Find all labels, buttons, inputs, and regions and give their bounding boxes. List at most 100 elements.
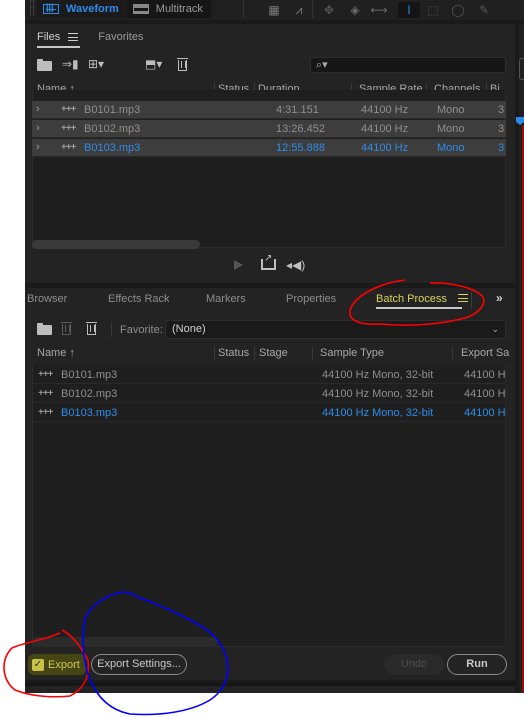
file-row[interactable]: › +++ B0102.mp3 13:26.452 44100 Hz Mono … <box>32 120 506 138</box>
multitrack-icon <box>132 4 149 14</box>
batch-row[interactable]: +++ B0102.mp3 44100 Hz Mono, 32-bit 4410… <box>32 385 506 403</box>
checkmark-icon: ✓ <box>32 658 44 671</box>
column-sample-type[interactable]: Sample Type <box>320 347 384 359</box>
panel-menu-icon[interactable] <box>457 294 468 302</box>
export-icon[interactable] <box>261 253 276 270</box>
multitrack-label: Multitrack <box>155 3 203 15</box>
column-divider[interactable] <box>214 347 215 361</box>
batch-file-name: B0103.mp3 <box>61 407 118 419</box>
expand-chevron-icon[interactable]: › <box>36 103 40 115</box>
column-name[interactable]: Name ↑ <box>37 347 75 359</box>
batch-export-sample-type: 44100 H <box>464 369 506 381</box>
files-transport: ◂◀) <box>25 253 515 277</box>
editor-scroll-handle[interactable] <box>519 58 524 80</box>
add-files-icon[interactable] <box>37 323 52 335</box>
chevron-down-icon: ⌄ <box>491 324 499 334</box>
sort-ascending-icon: ↑ <box>69 347 75 359</box>
panel-menu-icon[interactable] <box>68 33 79 41</box>
file-sample-rate: 44100 Hz <box>361 123 409 135</box>
spectral-pitch-icon[interactable]: ⩘ <box>291 2 307 18</box>
tab-media-browser[interactable]: Browser <box>27 293 67 305</box>
audio-file-icon: +++ <box>61 142 77 153</box>
batch-file-name: B0102.mp3 <box>61 388 118 400</box>
top-toolbar: Waveform Multitrack ▦ ⩘ ✥ ◈ ⟷ I ⬚ ◯ ✎ <box>25 0 524 20</box>
active-tab-underline <box>37 46 81 48</box>
waveform-label: Waveform <box>66 3 119 15</box>
slip-tool-icon[interactable]: ⟷ <box>370 2 388 18</box>
favorite-label: Favorite: <box>120 324 163 336</box>
remove-file-icon[interactable] <box>61 322 72 335</box>
batch-process-panel: Browser Effects Rack Markers Properties … <box>25 288 515 680</box>
tab-favorites[interactable]: Favorites <box>78 24 143 50</box>
file-duration: 12:55.888 <box>276 142 325 154</box>
file-bit-depth: 3 <box>498 104 505 116</box>
column-divider[interactable] <box>254 347 255 361</box>
files-horizontal-scrollbar[interactable] <box>32 240 200 249</box>
tab-effects-rack[interactable]: Effects Rack <box>108 293 170 305</box>
column-divider[interactable] <box>312 347 313 361</box>
tab-properties[interactable]: Properties <box>286 293 336 305</box>
run-button[interactable]: Run <box>447 654 507 675</box>
favorite-value: (None) <box>172 323 206 335</box>
multitrack-mode-button[interactable]: Multitrack <box>127 0 211 18</box>
column-export-sample-type[interactable]: Export Sa <box>461 347 509 359</box>
toolbar-divider <box>243 0 244 18</box>
file-channels: Mono <box>437 104 465 116</box>
batch-table-header: Name ↑ Status Stage Sample Type Export S… <box>32 345 509 363</box>
file-row-selected[interactable]: › +++ B0103.mp3 12:55.888 44100 Hz Mono … <box>32 139 506 157</box>
import-file-icon[interactable]: ⇒▮ <box>62 58 79 71</box>
batch-toolbar: Favorite: (None) ⌄ <box>25 318 515 340</box>
toolbar-grip[interactable] <box>30 0 34 16</box>
waveform-icon <box>43 2 59 14</box>
marquee-tool-icon[interactable]: ⬚ <box>425 2 441 18</box>
audio-file-icon: +++ <box>61 104 77 115</box>
column-divider[interactable] <box>452 347 453 361</box>
audition-window: Waveform Multitrack ▦ ⩘ ✥ ◈ ⟷ I ⬚ ◯ ✎ Fi… <box>25 0 524 693</box>
file-name: B0102.mp3 <box>84 123 141 135</box>
spectral-frequency-icon[interactable]: ▦ <box>266 2 282 18</box>
lasso-tool-icon[interactable]: ◯ <box>450 2 466 18</box>
file-sample-rate: 44100 Hz <box>361 142 409 154</box>
move-tool-icon[interactable]: ✥ <box>320 2 338 18</box>
file-name: B0101.mp3 <box>84 104 141 116</box>
batch-row[interactable]: +++ B0101.mp3 44100 Hz Mono, 32-bit 4410… <box>32 366 506 384</box>
insert-into-multitrack-icon[interactable]: ⬒▾ <box>145 58 162 71</box>
tab-files[interactable]: Files <box>25 24 81 50</box>
open-file-icon[interactable] <box>37 59 52 71</box>
files-panel-tabs: Files Favorites <box>25 24 143 50</box>
search-icon: ⌕▾ <box>316 59 328 71</box>
tab-markers[interactable]: Markers <box>206 293 246 305</box>
batch-sample-type: 44100 Hz Mono, 32-bit <box>322 407 434 419</box>
column-status[interactable]: Status <box>218 347 249 359</box>
batch-file-name: B0101.mp3 <box>61 369 118 381</box>
tab-files-label: Files <box>37 31 61 43</box>
batch-horizontal-scrollbar[interactable] <box>32 637 218 646</box>
waveform-mode-button[interactable]: Waveform <box>37 0 127 18</box>
clear-all-icon[interactable] <box>86 322 97 335</box>
audio-file-icon: +++ <box>38 407 54 418</box>
brush-tool-icon[interactable]: ✎ <box>476 2 492 18</box>
play-icon[interactable] <box>234 260 243 270</box>
undo-button[interactable]: Undo <box>384 654 444 675</box>
new-file-icon[interactable]: ⊞▾ <box>88 58 104 71</box>
file-bit-depth: 3 <box>498 123 505 135</box>
favorite-select[interactable]: (None) ⌄ <box>165 320 506 339</box>
column-stage[interactable]: Stage <box>259 347 288 359</box>
auto-play-speaker-icon[interactable]: ◂◀) <box>286 258 305 272</box>
expand-chevron-icon[interactable]: › <box>36 141 40 153</box>
export-checkbox[interactable]: ✓ Export <box>28 654 86 675</box>
delete-icon[interactable] <box>177 58 188 71</box>
expand-chevron-icon[interactable]: › <box>36 122 40 134</box>
more-panels-icon[interactable]: » <box>496 291 503 305</box>
tab-batch-process[interactable]: Batch Process <box>369 289 478 309</box>
export-label: Export <box>48 658 80 671</box>
export-settings-button[interactable]: Export Settings... <box>91 654 187 675</box>
file-channels: Mono <box>437 123 465 135</box>
file-row[interactable]: › +++ B0101.mp3 4:31.151 44100 Hz Mono 3 <box>32 101 506 119</box>
batch-row-selected[interactable]: +++ B0103.mp3 44100 Hz Mono, 32-bit 4410… <box>32 404 506 422</box>
time-selection-tool-icon[interactable]: I <box>398 2 420 18</box>
batch-export-sample-type: 44100 H <box>464 407 506 419</box>
files-search-input[interactable]: ⌕▾ <box>310 57 506 73</box>
view-mode-switch: Waveform Multitrack <box>37 0 211 18</box>
razor-tool-icon[interactable]: ◈ <box>346 2 364 18</box>
